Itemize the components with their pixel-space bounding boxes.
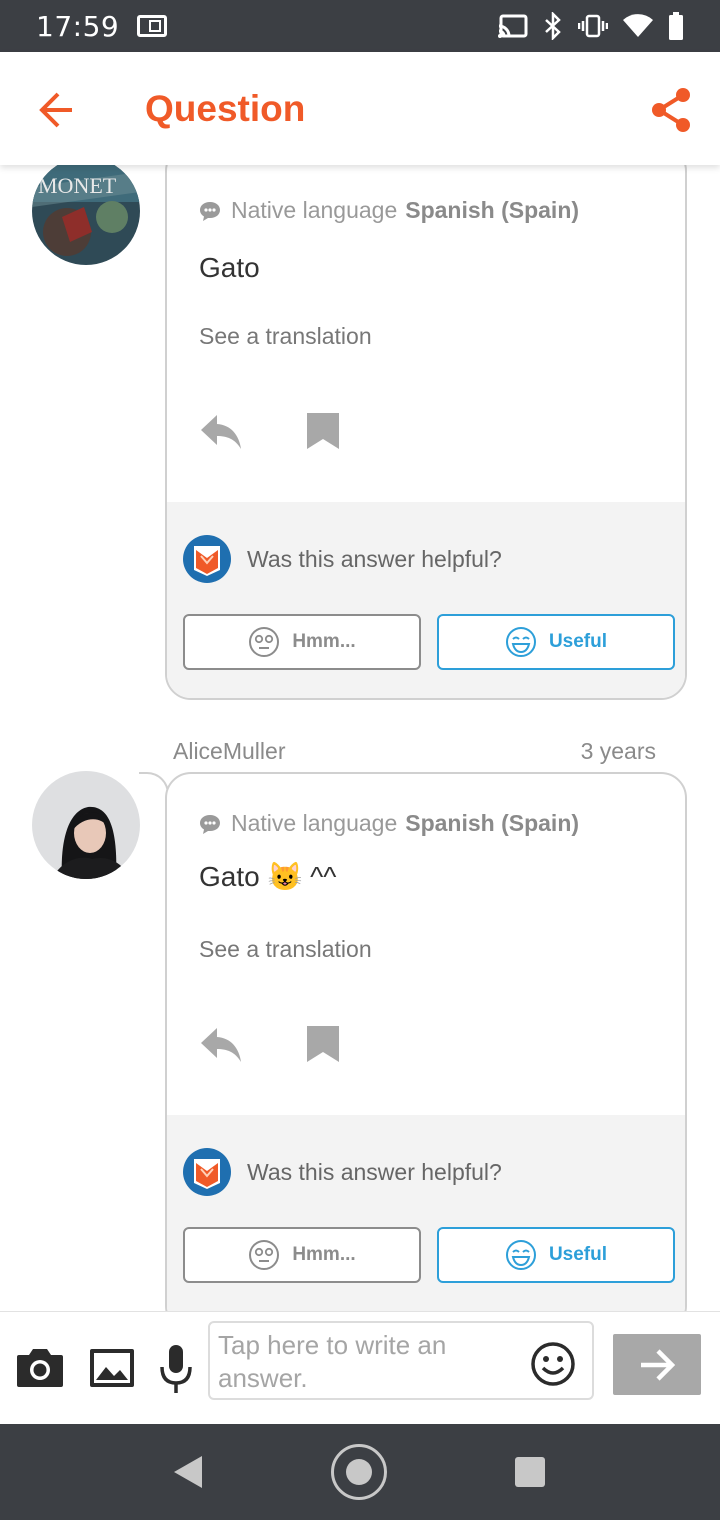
smile-face-icon <box>505 1240 536 1270</box>
bookmark-icon[interactable] <box>305 411 341 451</box>
native-language-label: Native language <box>231 810 398 836</box>
status-bar: 17:59 <box>0 0 720 52</box>
hmm-label: Hmm... <box>292 631 356 652</box>
image-icon[interactable] <box>88 1347 136 1389</box>
useful-label: Useful <box>548 631 608 652</box>
wifi-icon <box>623 14 653 38</box>
battery-icon <box>669 12 683 40</box>
avatar[interactable]: MONET <box>32 165 140 265</box>
camera-icon[interactable] <box>15 1347 65 1389</box>
send-button[interactable] <box>613 1334 701 1395</box>
arrow-left-icon[interactable] <box>36 90 76 130</box>
bookmark-icon[interactable] <box>305 1024 341 1064</box>
answer-username[interactable]: AliceMuller <box>173 738 285 765</box>
helpful-question: Was this answer helpful? <box>247 1159 502 1185</box>
hmm-button[interactable]: Hmm... <box>183 1227 421 1283</box>
nav-back-icon[interactable] <box>172 1454 204 1490</box>
answer-card: Native language Spanish (Spain) Gato 😺 ^… <box>165 772 687 1311</box>
answer-time: 3 years <box>580 738 656 764</box>
nav-home-button[interactable] <box>331 1444 387 1500</box>
arrow-right-icon <box>641 1348 676 1381</box>
hmm-button[interactable]: Hmm... <box>183 614 421 670</box>
answer-text: Gato 😺 ^^ <box>199 861 337 892</box>
app-logo-icon <box>183 1148 231 1196</box>
screen-record-icon <box>137 15 168 37</box>
hmm-face-icon <box>249 1240 280 1270</box>
native-language-row: Native language Spanish (Spain) <box>199 197 579 224</box>
see-translation-link[interactable]: See a translation <box>199 936 372 963</box>
nav-recent-button[interactable] <box>515 1457 545 1487</box>
useful-button[interactable]: Useful <box>437 1227 675 1283</box>
system-nav-bar <box>0 1424 720 1520</box>
svg-text:MONET: MONET <box>38 173 117 198</box>
useful-button[interactable]: Useful <box>437 614 675 670</box>
hmm-face-icon <box>249 627 280 657</box>
answer-input-bar: Tap here to write an answer. <box>0 1311 720 1424</box>
answer-text: Gato <box>199 252 260 283</box>
speech-bubble-icon <box>200 201 220 221</box>
reply-icon[interactable] <box>199 1024 243 1064</box>
native-language-value: Spanish (Spain) <box>405 810 580 836</box>
smile-face-icon <box>505 627 536 657</box>
app-bar: Question <box>0 52 720 165</box>
status-icons <box>498 12 684 40</box>
page-title: Question <box>145 88 306 129</box>
answer-card: Native language Spanish (Spain) Gato See… <box>165 165 687 700</box>
microphone-icon[interactable] <box>158 1343 194 1395</box>
helpful-section: Was this answer helpful? Hmm... Useful <box>167 502 685 698</box>
vibrate-icon <box>578 14 608 38</box>
native-language-row: Native language Spanish (Spain) <box>199 810 579 837</box>
bluetooth-icon <box>545 12 561 40</box>
answer-input-placeholder: Tap here to write an answer. <box>218 1330 447 1393</box>
app-logo-icon <box>183 535 231 583</box>
share-icon[interactable] <box>650 87 692 133</box>
hmm-label: Hmm... <box>292 1244 356 1265</box>
reply-icon[interactable] <box>199 411 243 451</box>
useful-label: Useful <box>548 1244 608 1265</box>
cast-icon <box>498 14 528 38</box>
helpful-section: Was this answer helpful? Hmm... Useful <box>167 1115 685 1311</box>
native-language-value: Spanish (Spain) <box>405 197 580 223</box>
native-language-label: Native language <box>231 197 398 223</box>
emoji-icon[interactable] <box>530 1341 576 1387</box>
answers-list[interactable]: MONET Native language Spanish (Spain) Ga… <box>0 165 720 1311</box>
avatar[interactable] <box>32 771 140 879</box>
see-translation-link[interactable]: See a translation <box>199 323 372 350</box>
speech-bubble-icon <box>200 814 220 834</box>
helpful-question: Was this answer helpful? <box>247 546 502 572</box>
answer-input[interactable]: Tap here to write an answer. <box>208 1321 594 1400</box>
card-tail <box>139 772 169 794</box>
status-time: 17:59 <box>36 9 120 43</box>
